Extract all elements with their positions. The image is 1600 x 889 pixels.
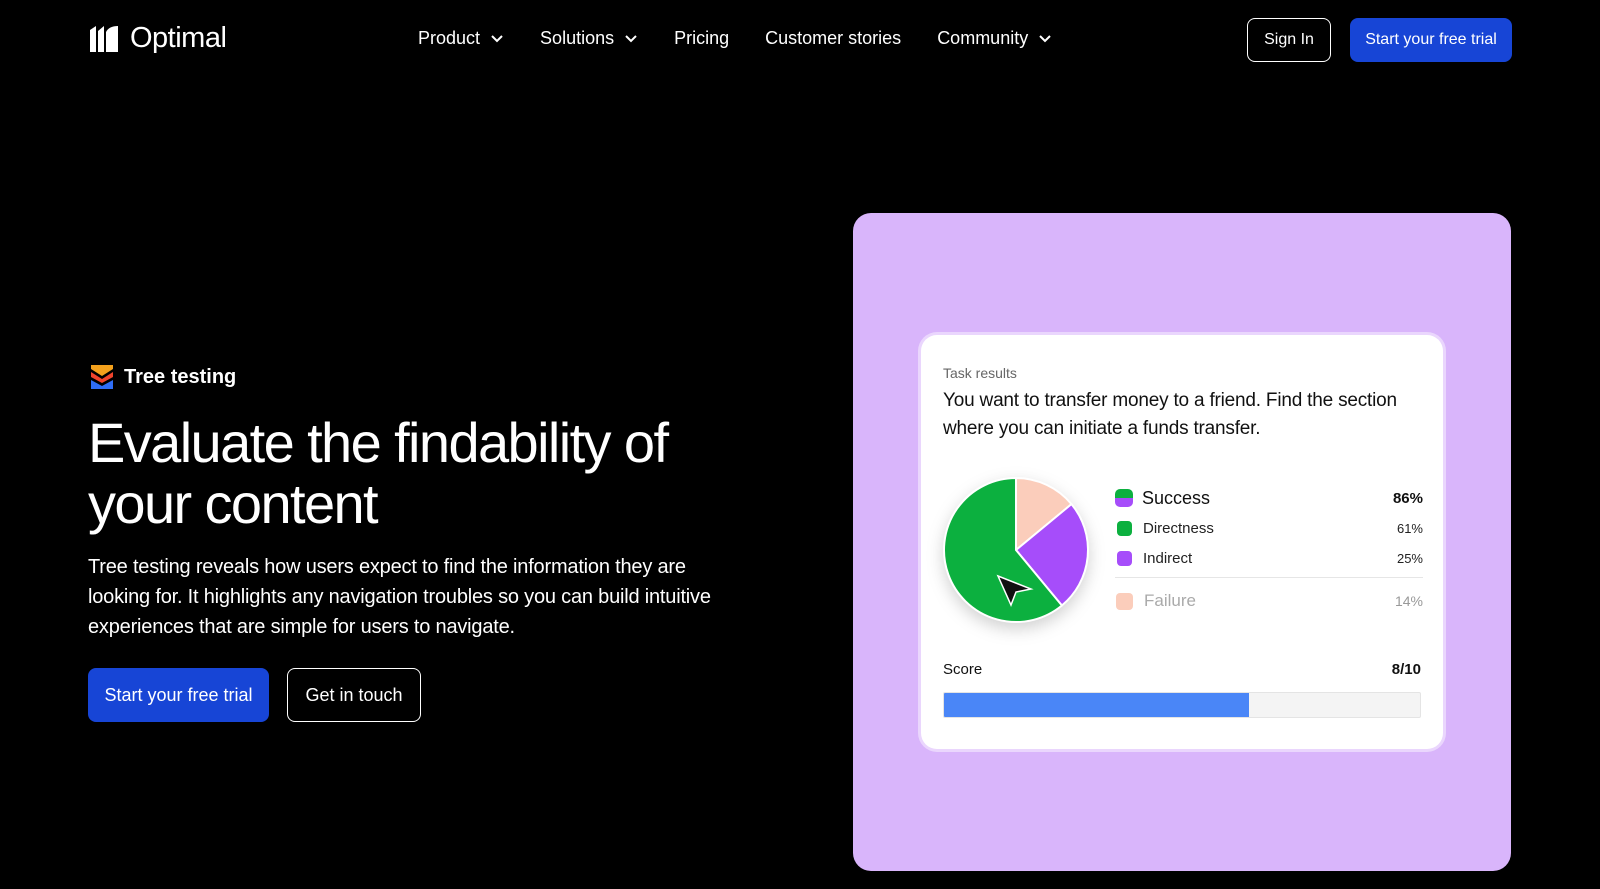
pie-chart-svg — [943, 476, 1089, 623]
legend-name: Indirect — [1143, 549, 1193, 567]
score-bar — [943, 692, 1421, 718]
legend-name: Directness — [1143, 519, 1214, 537]
indirect-swatch-icon — [1117, 550, 1132, 566]
badge-label: Tree testing — [124, 365, 237, 388]
legend-value: 86% — [1392, 489, 1423, 507]
legend-name: Success — [1142, 487, 1211, 508]
hero-description: Tree testing reveals how users expect to… — [88, 556, 711, 638]
nav-item-label: Product — [418, 28, 481, 48]
top-navigation: Optimal Product Solutions Pricing Custom… — [0, 0, 1600, 80]
nav-item-label: Pricing — [674, 28, 730, 48]
brand-name: Optimal — [130, 22, 227, 54]
hero-headline: Evaluate the findability of your content — [88, 411, 669, 535]
nav-item-product[interactable]: Product — [418, 28, 504, 49]
legend-row-indirect: Indirect 25% — [1115, 543, 1423, 573]
legend-value: 14% — [1394, 593, 1423, 609]
card-label: Task results — [943, 365, 1017, 381]
legend-row-directness: Directness 61% — [1115, 513, 1423, 543]
legend-row-failure: Failure 14% — [1115, 582, 1423, 620]
results-pie-chart — [941, 475, 1091, 625]
nav-item-solutions[interactable]: Solutions — [540, 28, 638, 49]
score-value: 8/10 — [1391, 661, 1421, 678]
success-swatch-icon — [1115, 489, 1133, 507]
task-results-card: Task results You want to transfer money … — [921, 335, 1443, 749]
nav-item-customer-stories[interactable]: Customer stories — [765, 28, 901, 49]
results-legend: Success 86% Directness 61% Indirect 25% … — [1115, 483, 1423, 620]
nav-free-trial-button[interactable]: Start your free trial — [1350, 18, 1512, 62]
nav-item-community[interactable]: Community — [937, 28, 1052, 49]
nav-item-label: Community — [937, 28, 1029, 48]
nav-links: Product Solutions Pricing Customer stori… — [418, 28, 1088, 49]
directness-swatch-icon — [1117, 520, 1132, 536]
legend-row-success: Success 86% — [1115, 483, 1423, 513]
score-bar-fill — [944, 693, 1249, 717]
sign-in-button[interactable]: Sign In — [1247, 18, 1331, 62]
legend-value: 25% — [1396, 550, 1423, 566]
nav-item-pricing[interactable]: Pricing — [674, 28, 729, 49]
get-in-touch-button[interactable]: Get in touch — [287, 668, 421, 722]
chevron-down-icon — [491, 34, 503, 42]
nav-item-label: Customer stories — [765, 28, 902, 48]
legend-name: Failure — [1144, 591, 1196, 610]
task-question: You want to transfer money to a friend. … — [943, 390, 1397, 439]
hero-illustration-panel: Task results You want to transfer money … — [853, 213, 1511, 871]
failure-swatch-icon — [1116, 592, 1133, 610]
legend-divider — [1115, 577, 1423, 578]
brand-logo[interactable]: Optimal — [88, 22, 227, 55]
chevron-down-icon — [1039, 34, 1051, 42]
nav-item-label: Solutions — [540, 28, 615, 48]
chevron-down-icon — [625, 34, 637, 42]
legend-value: 61% — [1396, 520, 1423, 536]
score-label: Score — [943, 661, 983, 678]
hero-free-trial-button[interactable]: Start your free trial — [88, 668, 269, 722]
product-badge: Tree testing — [90, 364, 236, 390]
tree-testing-icon — [91, 365, 113, 389]
optimal-logo-icon — [90, 25, 118, 52]
